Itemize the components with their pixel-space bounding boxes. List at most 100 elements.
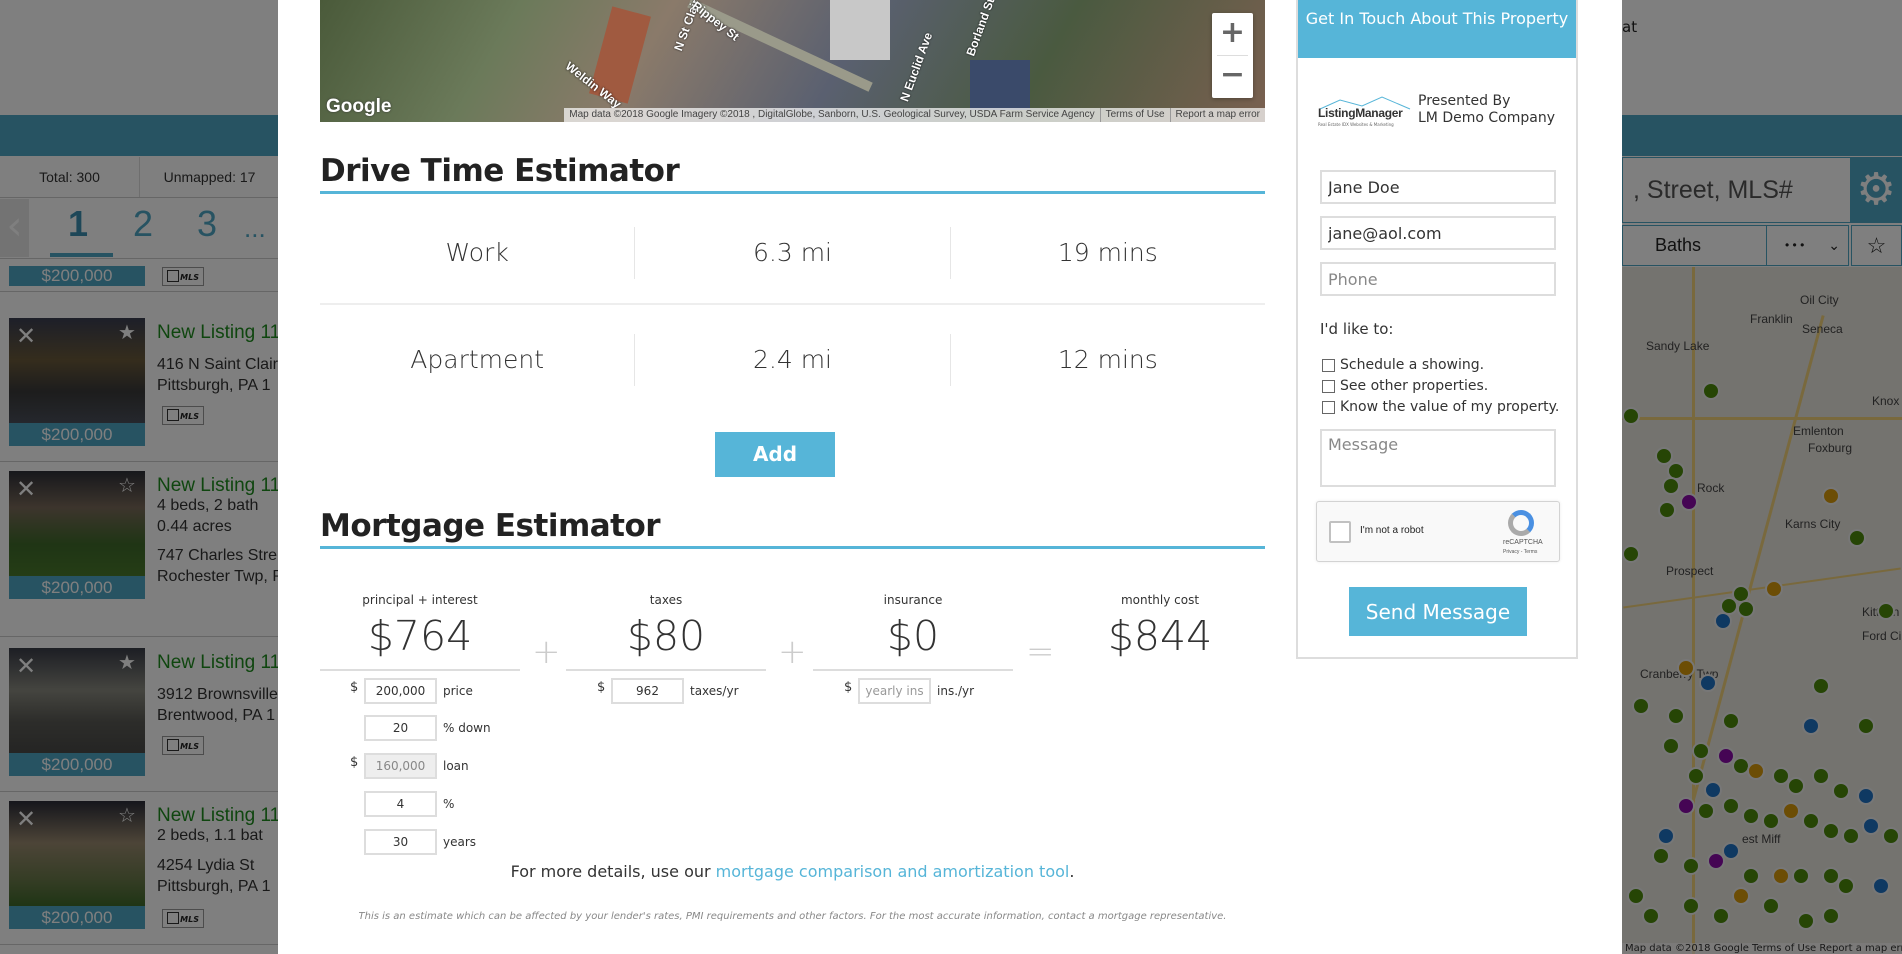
- drive-row[interactable]: Apartment 2.4 mi 12 mins: [320, 306, 1265, 413]
- zoom-control: + −: [1212, 13, 1253, 98]
- principal-label: principal + interest: [362, 593, 478, 607]
- divider: [320, 669, 520, 671]
- details-suffix: .: [1069, 862, 1075, 881]
- presented-by-label: Presented By: [1418, 93, 1511, 109]
- drive-time-title: Drive Time Estimator: [320, 153, 1265, 194]
- loan-unit: loan: [443, 758, 469, 773]
- taxes-block: taxes $80: [566, 593, 766, 671]
- listing-manager-logo: ListingManager Real Estate IDX Websites …: [1318, 96, 1412, 130]
- insurance-block: insurance $0: [813, 593, 1013, 671]
- zoom-divider: [1217, 55, 1248, 56]
- principal-value: $764: [367, 612, 473, 660]
- option-label: See other properties.: [1340, 378, 1489, 394]
- insurance-row: $ ins./yr: [844, 677, 974, 704]
- taxes-row: $ taxes/yr: [597, 677, 739, 704]
- name-input[interactable]: [1320, 170, 1556, 204]
- mortgage-disclaimer: This is an estimate which can be affecte…: [358, 911, 1227, 922]
- more-details: For more details, use our mortgage compa…: [320, 862, 1265, 881]
- rooftop: [830, 0, 890, 60]
- zoom-out-button[interactable]: −: [1212, 55, 1253, 97]
- equals-sign: =: [1026, 632, 1055, 672]
- years-unit: years: [443, 834, 477, 849]
- message-input[interactable]: [1320, 429, 1556, 487]
- add-location-button[interactable]: Add Location: [715, 432, 835, 511]
- schedule-showing-checkbox[interactable]: Schedule a showing.: [1322, 357, 1484, 373]
- rate-unit: %: [443, 796, 455, 811]
- email-input[interactable]: [1320, 216, 1556, 250]
- drive-distance: 2.4 mi: [634, 333, 949, 386]
- recaptcha-icon: [1508, 510, 1534, 536]
- logo-wordmark: ListingManager: [1318, 106, 1403, 120]
- loan-row: $ loan: [350, 752, 469, 779]
- property-modal: N St Clair Rippey St Weldin Way N Euclid…: [278, 0, 1622, 954]
- insurance-value: $0: [886, 612, 940, 660]
- currency-symbol: $: [597, 680, 606, 695]
- price-input[interactable]: [364, 677, 437, 704]
- page: at Total: 300 Unmapped: 17 ‹ 1 2 3 ... $…: [0, 0, 1902, 954]
- google-logo: Google: [326, 96, 392, 117]
- phone-input[interactable]: [1320, 262, 1556, 296]
- drive-time: 19 mins: [949, 226, 1265, 279]
- see-other-properties-checkbox[interactable]: See other properties.: [1322, 378, 1488, 394]
- map-data-credit: Map data ©2018 Google Imagery ©2018 , Di…: [569, 109, 1095, 120]
- recaptcha-label: I'm not a robot: [1360, 525, 1424, 536]
- currency-symbol: $: [350, 680, 359, 695]
- taxes-input[interactable]: [611, 677, 684, 704]
- years-row: years: [350, 828, 476, 855]
- insurance-label: insurance: [883, 593, 943, 607]
- mortgage-title: Mortgage Estimator: [320, 508, 1265, 549]
- terms-link[interactable]: Terms of Use: [1099, 108, 1170, 122]
- plus-sign: +: [532, 632, 561, 672]
- drive-row[interactable]: Work 6.3 mi 19 mins: [320, 199, 1265, 306]
- map-attribution: Map data ©2018 Google Imagery ©2018 , Di…: [564, 108, 1265, 122]
- principal-interest-block: principal + interest $764: [320, 593, 520, 671]
- monthly-label: monthly cost: [1120, 593, 1200, 607]
- presented-by: Presented By LM Demo Company: [1418, 93, 1555, 127]
- recaptcha-brand: reCAPTCHA: [1503, 539, 1543, 546]
- drive-place: Work: [445, 237, 509, 267]
- amortization-tool-link[interactable]: mortgage comparison and amortization too…: [716, 862, 1070, 881]
- row-divider: [320, 303, 1265, 305]
- recaptcha-checkbox[interactable]: [1329, 521, 1351, 543]
- property-map[interactable]: N St Clair Rippey St Weldin Way N Euclid…: [320, 0, 1265, 122]
- down-unit: % down: [443, 720, 491, 735]
- insurance-unit: ins./yr: [937, 683, 975, 698]
- option-label: Know the value of my property.: [1340, 399, 1560, 415]
- like-to-label: I'd like to:: [1320, 320, 1394, 338]
- down-row: % down: [350, 714, 491, 741]
- company-name: LM Demo Company: [1418, 110, 1555, 126]
- taxes-value: $80: [626, 612, 706, 660]
- send-message-button[interactable]: Send Message: [1349, 587, 1527, 636]
- currency-symbol: $: [844, 680, 853, 695]
- zoom-in-button[interactable]: +: [1212, 13, 1253, 55]
- interest-rate-input[interactable]: [364, 790, 437, 817]
- monthly-cost-block: monthly cost $844: [1060, 593, 1260, 661]
- satellite-imagery: [320, 0, 1265, 122]
- report-error-link[interactable]: Report a map error: [1169, 108, 1265, 122]
- currency-symbol: $: [350, 755, 359, 770]
- checkbox-icon[interactable]: [1322, 358, 1335, 372]
- contact-panel: Get In Touch About This Property Listing…: [1296, 0, 1578, 659]
- details-prefix: For more details, use our: [510, 862, 716, 881]
- option-label: Schedule a showing.: [1340, 357, 1485, 373]
- price-unit: price: [443, 683, 473, 698]
- checkbox-icon[interactable]: [1322, 379, 1335, 393]
- divider: [566, 669, 766, 671]
- plus-sign: +: [778, 632, 807, 672]
- taxes-unit: taxes/yr: [690, 683, 739, 698]
- drive-distance: 6.3 mi: [634, 226, 949, 279]
- loan-input: [364, 752, 437, 779]
- price-row: $ price: [350, 677, 473, 704]
- recaptcha-terms[interactable]: Privacy - Terms: [1503, 549, 1537, 555]
- drive-time: 12 mins: [949, 333, 1265, 386]
- logo-tagline: Real Estate IDX Websites & Marketing: [1318, 122, 1394, 127]
- down-payment-input[interactable]: [364, 714, 437, 741]
- rate-row: %: [350, 790, 454, 817]
- recaptcha: I'm not a robot reCAPTCHA Privacy - Term…: [1316, 501, 1560, 562]
- know-value-checkbox[interactable]: Know the value of my property.: [1322, 399, 1559, 415]
- drive-place: Apartment: [410, 344, 545, 374]
- insurance-input[interactable]: [858, 677, 931, 704]
- checkbox-icon[interactable]: [1322, 400, 1335, 414]
- monthly-value: $844: [1107, 612, 1213, 660]
- loan-term-input[interactable]: [364, 828, 437, 855]
